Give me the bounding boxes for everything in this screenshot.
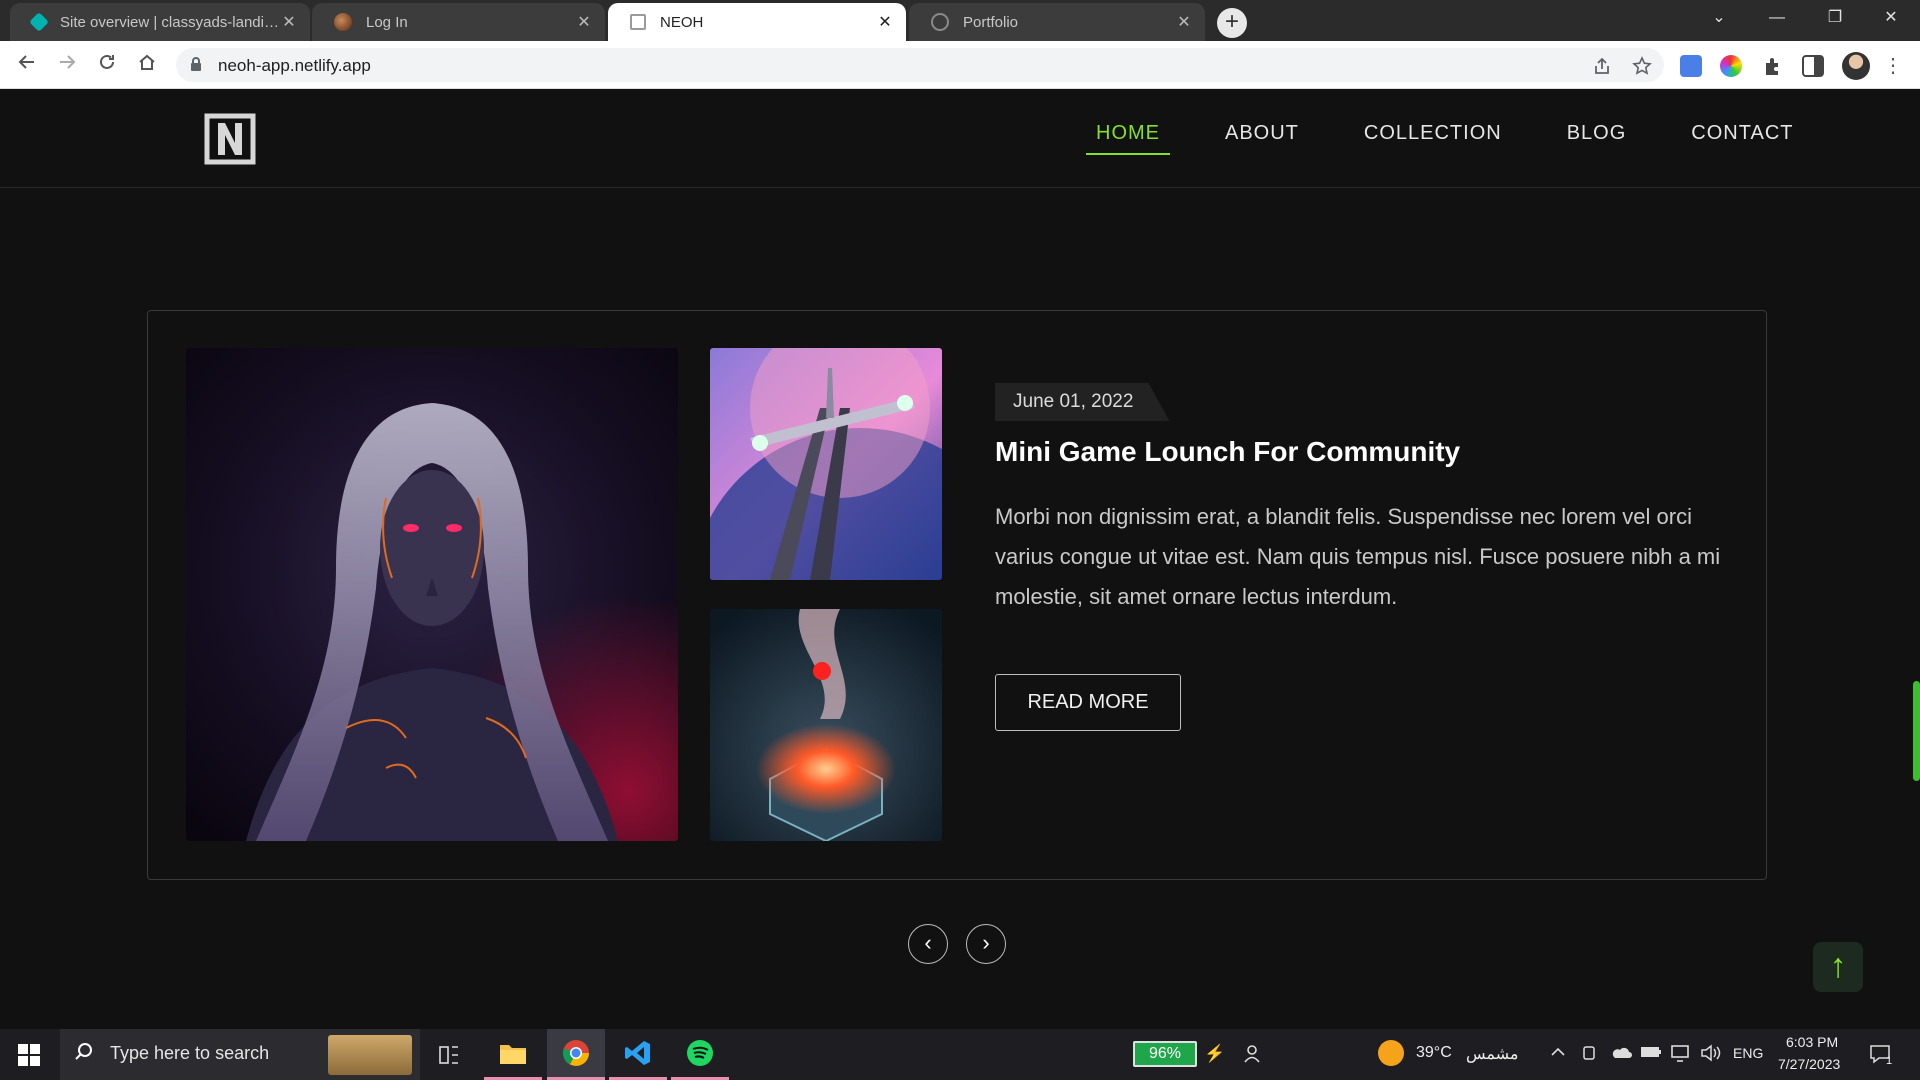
translate-extension-icon[interactable] xyxy=(1680,55,1702,77)
tab-label: Portfolio xyxy=(963,13,1019,31)
chevron-up-icon[interactable] xyxy=(1550,1044,1566,1065)
close-tab-icon[interactable]: ✕ xyxy=(575,12,593,32)
nav-contact[interactable]: CONTACT xyxy=(1681,122,1803,155)
forward-icon[interactable] xyxy=(53,52,81,80)
site-header: N HOME ABOUT COLLECTION BLOG CONTACT xyxy=(0,89,1920,188)
browser-menu-icon[interactable]: ⋮ xyxy=(1882,55,1904,77)
vscode-icon[interactable] xyxy=(609,1029,667,1080)
address-bar-row: neoh-app.netlify.app ⋮ xyxy=(0,41,1920,89)
reload-icon[interactable] xyxy=(93,52,121,80)
tab-label: Site overview | classyads-landing xyxy=(60,13,280,31)
restore-button[interactable]: ❐ xyxy=(1806,0,1864,36)
windows-start-icon[interactable] xyxy=(18,1044,40,1066)
scroll-to-top-button[interactable]: ↑ xyxy=(1813,942,1863,992)
home-icon[interactable] xyxy=(133,52,161,80)
close-tab-icon[interactable]: ✕ xyxy=(1175,12,1193,32)
nav-collection[interactable]: COLLECTION xyxy=(1354,122,1512,155)
search-icon xyxy=(74,1042,94,1068)
charging-icon: ⚡ xyxy=(1204,1044,1226,1063)
windows-taskbar: Type here to search 96% ⚡ 39°C مشمس ENG … xyxy=(0,1029,1920,1080)
people-icon[interactable] xyxy=(1244,1044,1264,1069)
slider-prev-button[interactable]: ‹ xyxy=(908,924,948,964)
web-page: N HOME ABOUT COLLECTION BLOG CONTACT xyxy=(0,89,1920,1029)
url-field[interactable]: neoh-app.netlify.app xyxy=(176,48,1664,82)
input-language[interactable]: ENG xyxy=(1733,1045,1763,1061)
post-main-image xyxy=(186,348,678,841)
close-tab-icon[interactable]: ✕ xyxy=(876,12,894,32)
network-icon[interactable] xyxy=(1670,1044,1692,1067)
tab-label: NEOH xyxy=(660,13,704,31)
tab-portfolio[interactable]: Portfolio ✕ xyxy=(909,3,1205,41)
spotify-icon[interactable] xyxy=(671,1029,729,1080)
profile-avatar[interactable] xyxy=(1842,52,1870,80)
chrome-icon[interactable] xyxy=(547,1029,605,1080)
tab-label: Log In xyxy=(366,13,408,31)
bookmark-star-icon[interactable] xyxy=(1632,56,1652,76)
blog-post-card: June 01, 2022 Mini Game Lounch For Commu… xyxy=(147,310,1767,880)
clock-date[interactable]: 7/27/2023 xyxy=(1778,1056,1840,1072)
weather-temperature[interactable]: 39°C xyxy=(1416,1044,1452,1062)
search-highlight-image xyxy=(328,1035,412,1075)
post-thumbnail-spaceship xyxy=(710,348,942,580)
site-favicon-icon xyxy=(29,12,49,32)
file-explorer-icon[interactable] xyxy=(484,1029,542,1080)
close-window-button[interactable]: ✕ xyxy=(1862,0,1920,36)
meet-now-icon[interactable] xyxy=(1582,1044,1598,1067)
tab-neoh[interactable]: NEOH ✕ xyxy=(608,3,906,41)
tab-search-button[interactable]: ⌄ xyxy=(1690,0,1748,36)
scrollbar-thumb[interactable] xyxy=(1913,681,1920,781)
battery-tray-icon[interactable] xyxy=(1640,1044,1662,1064)
nav-home[interactable]: HOME xyxy=(1086,122,1170,155)
minimize-button[interactable]: — xyxy=(1748,0,1806,36)
back-icon[interactable] xyxy=(13,52,41,80)
extensions-puzzle-icon[interactable] xyxy=(1762,55,1784,77)
nav-about[interactable]: ABOUT xyxy=(1215,122,1309,155)
weather-sun-icon[interactable] xyxy=(1378,1040,1404,1066)
post-title[interactable]: Mini Game Lounch For Community xyxy=(995,436,1460,468)
globe-icon xyxy=(931,13,949,31)
lock-icon xyxy=(191,57,201,71)
neoh-logo-icon[interactable]: N xyxy=(204,113,256,165)
neoh-favicon-icon xyxy=(630,14,646,30)
clock-time[interactable]: 6:03 PM xyxy=(1786,1034,1838,1050)
post-thumbnail-chip xyxy=(710,609,942,841)
browser-tab-bar: Site overview | classyads-landing ✕ Log … xyxy=(0,0,1920,41)
share-icon[interactable] xyxy=(1592,56,1612,76)
volume-icon[interactable] xyxy=(1700,1044,1722,1067)
read-more-button[interactable]: READ MORE xyxy=(995,674,1181,731)
new-tab-button[interactable]: + xyxy=(1217,8,1247,38)
tab-log-in[interactable]: Log In ✕ xyxy=(312,3,605,41)
color-picker-extension-icon[interactable] xyxy=(1720,55,1742,77)
taskbar-search-box[interactable]: Type here to search xyxy=(60,1029,420,1080)
task-view-icon[interactable] xyxy=(420,1029,478,1080)
search-placeholder: Type here to search xyxy=(110,1043,270,1063)
slider-next-button[interactable]: › xyxy=(966,924,1006,964)
tab-classyads[interactable]: Site overview | classyads-landing ✕ xyxy=(10,3,310,41)
nav-blog[interactable]: BLOG xyxy=(1557,122,1637,155)
site-favicon-icon xyxy=(334,13,352,31)
notification-count-badge: 1 xyxy=(1886,1055,1893,1067)
battery-indicator[interactable]: 96% xyxy=(1133,1041,1197,1067)
main-nav: HOME ABOUT COLLECTION BLOG CONTACT xyxy=(1086,122,1803,155)
weather-description[interactable]: مشمس xyxy=(1466,1044,1519,1064)
post-excerpt: Morbi non dignissim erat, a blandit feli… xyxy=(995,504,1721,609)
onedrive-cloud-icon[interactable] xyxy=(1610,1044,1632,1065)
close-tab-icon[interactable]: ✕ xyxy=(280,12,298,32)
post-date: June 01, 2022 xyxy=(995,383,1170,421)
url-text: neoh-app.netlify.app xyxy=(218,56,371,75)
side-panel-icon[interactable] xyxy=(1802,55,1824,77)
